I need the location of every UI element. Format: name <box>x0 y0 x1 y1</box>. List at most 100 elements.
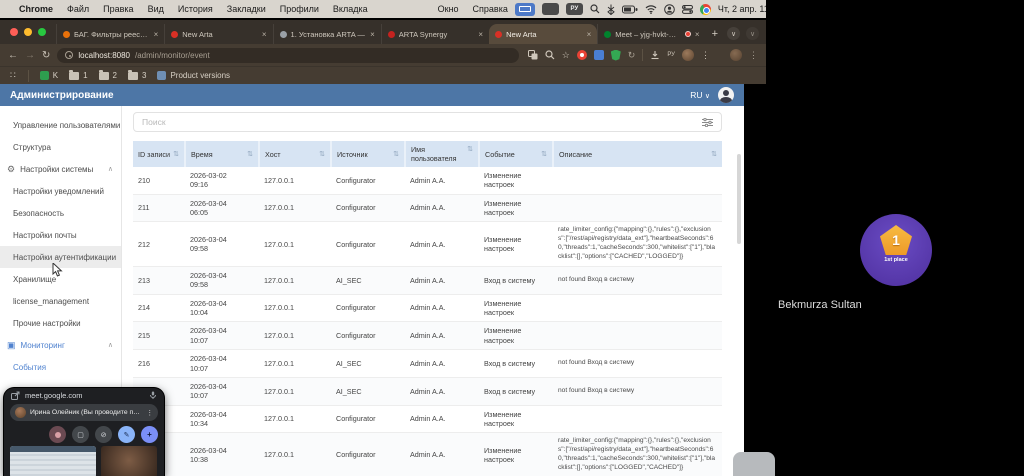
browser-tab[interactable]: New Arta× <box>489 24 597 44</box>
chrome-menu-icon[interactable]: ⋮ <box>701 50 710 61</box>
camera-button[interactable]: ▢ <box>72 426 89 443</box>
table-row[interactable]: 2122026-03-0409:58127.0.0.1ConfiguratorA… <box>133 222 722 267</box>
tab-close-icon[interactable]: × <box>154 30 159 39</box>
bookmark-item[interactable]: Product versions <box>157 71 230 80</box>
battery-icon[interactable] <box>622 5 638 14</box>
sidebar-item[interactable]: Безопасность <box>0 202 121 224</box>
bookmark-item[interactable]: 3 <box>128 71 146 80</box>
table-row[interactable]: 2142026-03-0410:04127.0.0.1ConfiguratorA… <box>133 294 722 322</box>
column-header[interactable]: ⇅Описание <box>553 141 722 167</box>
menubar-item[interactable]: Профили <box>273 4 326 14</box>
annotate-button[interactable]: ✎ <box>118 426 135 443</box>
sidebar-item[interactable]: Управление пользователями <box>0 114 121 136</box>
table-row[interactable]: 2172026-03-0410:07127.0.0.1AI_SECAdmin A… <box>133 377 722 405</box>
tab-close-icon[interactable]: × <box>370 30 375 39</box>
tab-close-icon[interactable]: × <box>587 30 592 39</box>
column-header[interactable]: ⇅ID записи <box>133 141 185 167</box>
input-source-icon[interactable] <box>515 3 535 16</box>
column-header[interactable]: ⇅Время <box>185 141 259 167</box>
search-icon[interactable] <box>590 4 600 14</box>
table-row[interactable]: 2112026-03-0406:05127.0.0.1ConfiguratorA… <box>133 194 722 222</box>
menubar-item[interactable]: Правка <box>96 4 140 14</box>
minimize-window-button[interactable] <box>24 28 32 36</box>
display-icon[interactable] <box>542 3 559 15</box>
secondary-profile-avatar[interactable] <box>730 49 742 61</box>
apps-grid-icon[interactable]: ∷ <box>10 70 17 81</box>
page-scrollbar[interactable] <box>737 154 741 244</box>
tab-search-chevron-icon[interactable]: ∨ <box>727 27 740 40</box>
browser-tab[interactable]: ARTA Synergy× <box>381 24 489 44</box>
menubar-item[interactable]: Окно <box>431 4 466 14</box>
bookmark-item[interactable]: 2 <box>99 71 117 80</box>
sort-icon[interactable]: ⇅ <box>467 145 473 153</box>
secondary-menu-icon[interactable]: ⋮ <box>749 50 758 61</box>
sidebar-item[interactable]: Настройки почты <box>0 224 121 246</box>
wifi-icon[interactable] <box>645 5 657 14</box>
column-header[interactable]: ⇅Событие <box>479 141 553 167</box>
recorder-extension-icon[interactable] <box>577 50 587 60</box>
sidebar-item[interactable]: Настройки уведомлений <box>0 180 121 202</box>
tab-close-icon[interactable]: × <box>262 30 267 39</box>
column-header[interactable]: ⇅Хост <box>259 141 331 167</box>
control-center-icon[interactable] <box>682 5 693 14</box>
browser-tab[interactable]: New Arta× <box>164 24 272 44</box>
find-icon[interactable] <box>545 50 555 60</box>
table-row[interactable]: 2132026-03-0409:58127.0.0.1AI_SECAdmin A… <box>133 267 722 295</box>
shield-extension-icon[interactable] <box>611 50 621 61</box>
tab-overflow-chevron-icon[interactable]: ∨ <box>746 27 759 40</box>
extension-icon[interactable] <box>594 50 604 60</box>
language-selector[interactable]: RU ∨ <box>690 90 710 100</box>
window-controls[interactable] <box>10 28 46 36</box>
profile-avatar[interactable] <box>682 49 694 61</box>
menubar-item[interactable]: История <box>171 4 220 14</box>
meet-caption-banner[interactable]: Ирина Олейник (Вы проводите п… ⋮ <box>10 404 158 421</box>
sidebar-item[interactable]: Структура <box>0 136 121 158</box>
reload-button[interactable]: ↻ <box>42 50 50 61</box>
table-row[interactable]: 2182026-03-0410:34127.0.0.1ConfiguratorA… <box>133 405 722 433</box>
mic-icon[interactable] <box>149 391 157 400</box>
sort-icon[interactable]: ⇅ <box>541 150 547 158</box>
language-badge[interactable]: РУ <box>566 3 583 15</box>
chrome-menubar-icon[interactable] <box>700 4 711 15</box>
browser-tab[interactable]: Meet – yjg-hvkt-…× <box>597 24 705 44</box>
menubar-item[interactable]: Закладки <box>220 4 273 14</box>
ru-extension-icon[interactable]: РУ <box>667 52 675 58</box>
site-info-icon[interactable] <box>65 51 73 59</box>
sidebar-item[interactable]: Прочие настройки <box>0 312 121 334</box>
filter-icon[interactable] <box>702 118 713 127</box>
menubar-item[interactable]: Справка <box>466 4 515 14</box>
menubar-item[interactable]: Вкладка <box>326 4 375 14</box>
user-avatar[interactable] <box>718 87 734 103</box>
participant-thumbnail[interactable] <box>101 446 157 476</box>
translate-icon[interactable] <box>528 50 538 60</box>
sort-icon[interactable]: ⇅ <box>393 150 399 158</box>
back-button[interactable]: ← <box>8 50 18 61</box>
sidebar-item[interactable]: ⚙Настройки системы∧ <box>0 158 121 180</box>
menubar-item[interactable]: Chrome <box>12 4 60 14</box>
bluetooth-icon[interactable] <box>607 4 615 15</box>
bookmark-star-icon[interactable]: ☆ <box>562 50 570 61</box>
close-window-button[interactable] <box>10 28 18 36</box>
table-row[interactable]: 2152026-03-0410:07127.0.0.1ConfiguratorA… <box>133 322 722 350</box>
browser-tab[interactable]: БАГ. Фильтры реест…× <box>56 24 164 44</box>
sort-icon[interactable]: ⇅ <box>319 150 325 158</box>
bookmark-item[interactable]: K <box>40 71 58 80</box>
tab-close-icon[interactable]: × <box>695 30 700 39</box>
tab-close-icon[interactable]: × <box>478 30 483 39</box>
sidebar-item[interactable]: license_management <box>0 290 121 312</box>
record-button[interactable] <box>49 426 66 443</box>
table-row[interactable]: 2192026-03-0410:38127.0.0.1ConfiguratorA… <box>133 433 722 476</box>
bookmark-item[interactable]: 1 <box>69 71 87 80</box>
meet-pip-window[interactable]: meet.google.com Ирина Олейник (Вы провод… <box>4 388 164 476</box>
menubar-item[interactable]: Файл <box>60 4 96 14</box>
screenshare-thumbnail[interactable] <box>10 446 96 476</box>
search-input[interactable]: Поиск <box>133 112 722 132</box>
sidebar-item[interactable]: ▣Мониторинг∧ <box>0 334 121 356</box>
new-tab-button[interactable]: + <box>712 28 718 40</box>
user-menu-icon[interactable] <box>664 4 675 15</box>
table-row[interactable]: 2102026-03-0209:16127.0.0.1ConfiguratorA… <box>133 167 722 194</box>
more-icon[interactable]: ⋮ <box>146 409 153 417</box>
zoom-window-button[interactable] <box>38 28 46 36</box>
table-row[interactable]: 2162026-03-0410:07127.0.0.1AI_SECAdmin A… <box>133 350 722 378</box>
address-bar[interactable]: localhost:8080 /admin/monitor/event <box>57 48 518 63</box>
